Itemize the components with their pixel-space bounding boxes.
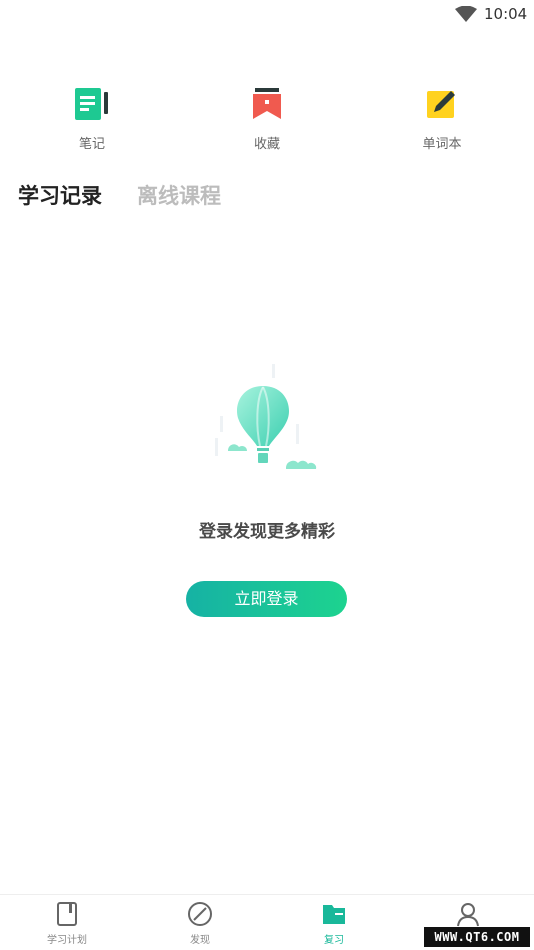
status-time: 10:04 — [484, 5, 528, 23]
watermark: WWW.QT6.COM — [424, 927, 530, 947]
plan-icon — [57, 902, 77, 926]
bookmark-icon — [253, 88, 281, 119]
quick-item-label: 笔记 — [78, 137, 105, 152]
note-icon — [75, 88, 108, 120]
nav-item-study-plan[interactable]: 学习计划 — [22, 901, 112, 946]
quick-item-label: 收藏 — [253, 137, 280, 152]
review-icon — [323, 905, 345, 924]
quick-item-notes[interactable]: 笔记 — [37, 86, 147, 152]
hot-air-balloon-icon — [215, 364, 317, 469]
empty-state-message: 登录发现更多精彩 — [199, 522, 335, 542]
quick-item-favorites[interactable]: 收藏 — [212, 86, 322, 152]
tab-offline-courses[interactable]: 离线课程 — [137, 180, 221, 210]
profile-icon — [457, 903, 479, 927]
nav-item-label: 发现 — [190, 935, 210, 946]
nav-item-label: 学习计划 — [47, 935, 87, 946]
pencil-icon — [427, 91, 455, 118]
tab-study-record[interactable]: 学习记录 — [18, 180, 102, 210]
quick-item-vocabulary[interactable]: 单词本 — [387, 86, 497, 152]
wifi-icon — [455, 6, 477, 22]
discover-icon — [188, 902, 212, 926]
status-bar: 10:04 — [0, 0, 534, 28]
quick-item-label: 单词本 — [422, 137, 462, 152]
login-button[interactable]: 立即登录 — [186, 581, 347, 617]
nav-item-label: 复习 — [324, 935, 344, 946]
nav-item-discover[interactable]: 发现 — [155, 901, 245, 946]
nav-item-review[interactable]: 复习 — [289, 901, 379, 946]
quick-actions: 笔记 收藏 单词本 — [0, 86, 534, 156]
